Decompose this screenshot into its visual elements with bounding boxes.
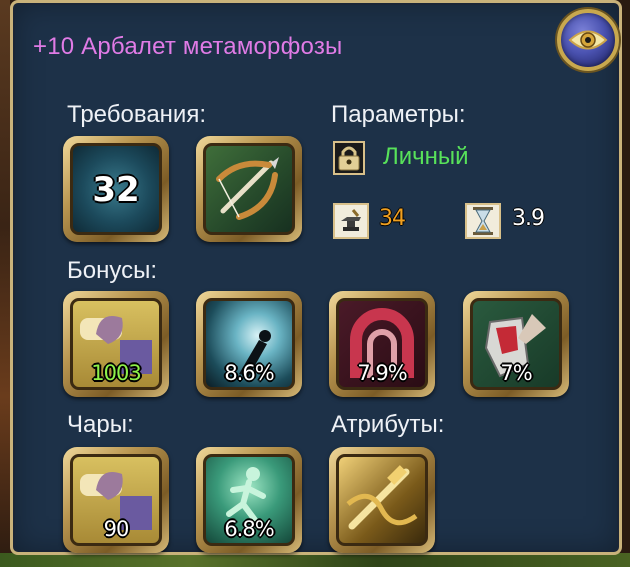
enchant-value-2: 6.8%: [224, 517, 274, 541]
bonus-slot-2[interactable]: 8.6%: [196, 291, 302, 397]
background-edge-bottom: [0, 553, 630, 567]
durability-value: 34: [379, 206, 406, 231]
background-edge-left: [0, 0, 10, 567]
running-figure-icon: 6.8%: [203, 454, 295, 546]
bonus-value-3: 7.9%: [357, 361, 407, 385]
golden-crossbow-art: [346, 465, 418, 530]
bonus-slot-4[interactable]: 7%: [463, 291, 569, 397]
requirements-label: Требования:: [67, 101, 206, 128]
slash-swirl-icon: 8.6%: [203, 298, 295, 390]
parameters-label: Параметры:: [331, 101, 466, 128]
eye-view-button[interactable]: [557, 9, 619, 71]
item-title: +10 Арбалет метаморфозы: [33, 33, 343, 60]
bonus-slot-3[interactable]: 7.9%: [329, 291, 435, 397]
padlock-icon: [333, 141, 365, 175]
requirement-class-slot[interactable]: [196, 136, 302, 242]
enchant-slot-1[interactable]: 90: [63, 447, 169, 553]
hourglass-icon: [465, 203, 501, 239]
enchant-slot-2[interactable]: 6.8%: [196, 447, 302, 553]
enchants-label: Чары:: [67, 411, 134, 438]
golden-crossbow-icon: [336, 454, 428, 546]
binding-status: Личный: [383, 143, 469, 170]
strength-arm-icon: 90: [70, 454, 162, 546]
bonus-value-2: 8.6%: [224, 361, 274, 385]
bonus-slot-1[interactable]: 1003: [63, 291, 169, 397]
anvil-icon: [333, 203, 369, 239]
bonus-value-4: 7%: [500, 361, 532, 385]
attributes-label: Атрибуты:: [331, 411, 445, 438]
level-badge-icon: 32: [70, 143, 162, 235]
crossbow-class-icon: [216, 157, 279, 220]
requirement-level-slot[interactable]: 32: [63, 136, 169, 242]
item-tooltip-panel: +10 Арбалет метаморфозы Требования: 32 П…: [10, 0, 622, 555]
armor-pierce-icon: 7%: [470, 298, 562, 390]
requirement-class-icon-frame: [203, 143, 295, 235]
red-ring-icon: 7.9%: [336, 298, 428, 390]
eye-icon: [568, 30, 608, 50]
speed-value: 3.9: [512, 206, 545, 231]
bonus-value-1: 1003: [91, 361, 141, 385]
bonuses-label: Бонусы:: [67, 257, 157, 284]
required-level-value: 32: [92, 170, 140, 210]
strength-arm-icon: 1003: [70, 298, 162, 390]
enchant-value-1: 90: [103, 517, 130, 541]
attribute-slot-1[interactable]: [329, 447, 435, 553]
